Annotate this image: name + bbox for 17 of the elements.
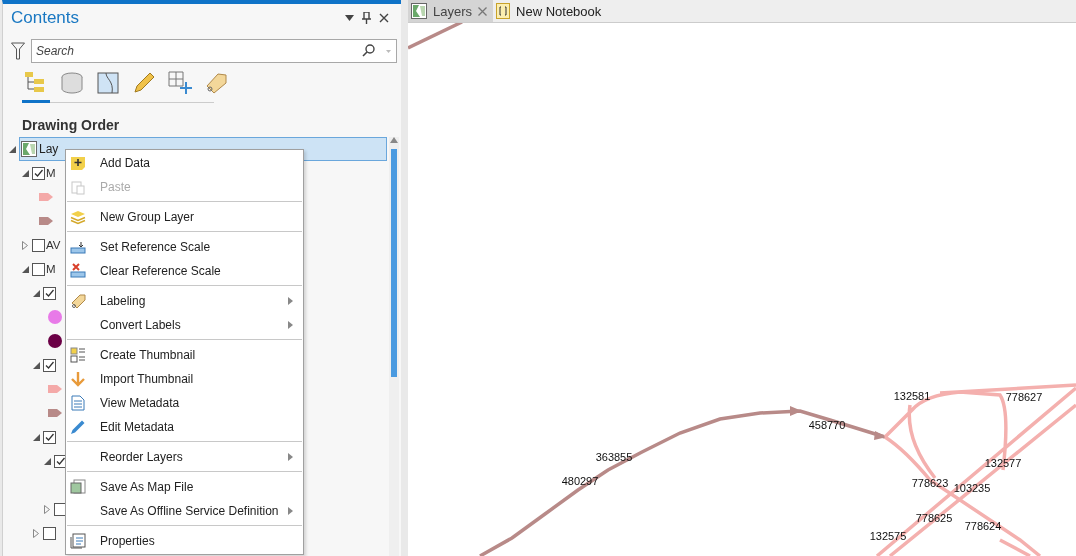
map-label: 132581 (893, 390, 931, 402)
map-label: 480297 (561, 475, 599, 487)
map-label: 132575 (869, 530, 907, 542)
layer-name: M (46, 263, 56, 275)
layer-name: AV (46, 239, 61, 251)
map-label: 778623 (911, 477, 949, 489)
section-heading: Drawing Order (22, 117, 121, 133)
map-label: 132577 (984, 457, 1022, 469)
map-label: 363855 (595, 451, 633, 463)
map-label: 458770 (808, 419, 846, 431)
layer-name: M (46, 167, 56, 179)
layer-name: Lay (39, 142, 59, 156)
panel-title: Contents (11, 8, 81, 28)
map-label: 778624 (964, 520, 1002, 532)
map-label: 778625 (915, 512, 953, 524)
map-label: 778627 (1005, 391, 1043, 403)
map-label: 103235 (953, 482, 991, 494)
